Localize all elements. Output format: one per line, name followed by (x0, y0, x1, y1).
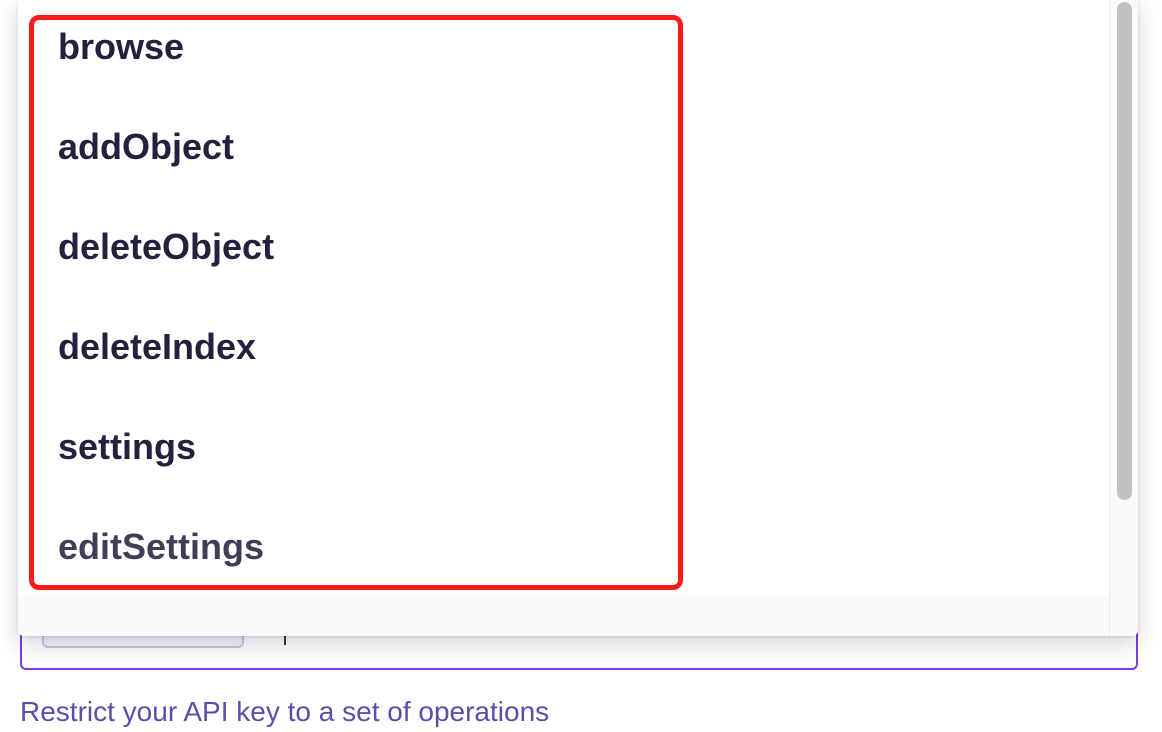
acl-options-dropdown: browse addObject deleteObject deleteInde… (18, 0, 1138, 636)
option-delete-object[interactable]: deleteObject (58, 217, 274, 277)
dropdown-scrollbar[interactable] (1109, 0, 1138, 636)
scrollbar-thumb[interactable] (1117, 2, 1132, 500)
option-delete-index[interactable]: deleteIndex (58, 317, 256, 377)
field-helper-text: Restrict your API key to a set of operat… (20, 696, 550, 727)
option-browse[interactable]: browse (58, 17, 184, 77)
dropdown-footer (18, 596, 1109, 636)
option-settings[interactable]: settings (58, 417, 196, 477)
acl-option-list: browse addObject deleteObject deleteInde… (18, 0, 1109, 596)
option-edit-settings[interactable]: editSettings (58, 517, 264, 577)
option-add-object[interactable]: addObject (58, 117, 234, 177)
